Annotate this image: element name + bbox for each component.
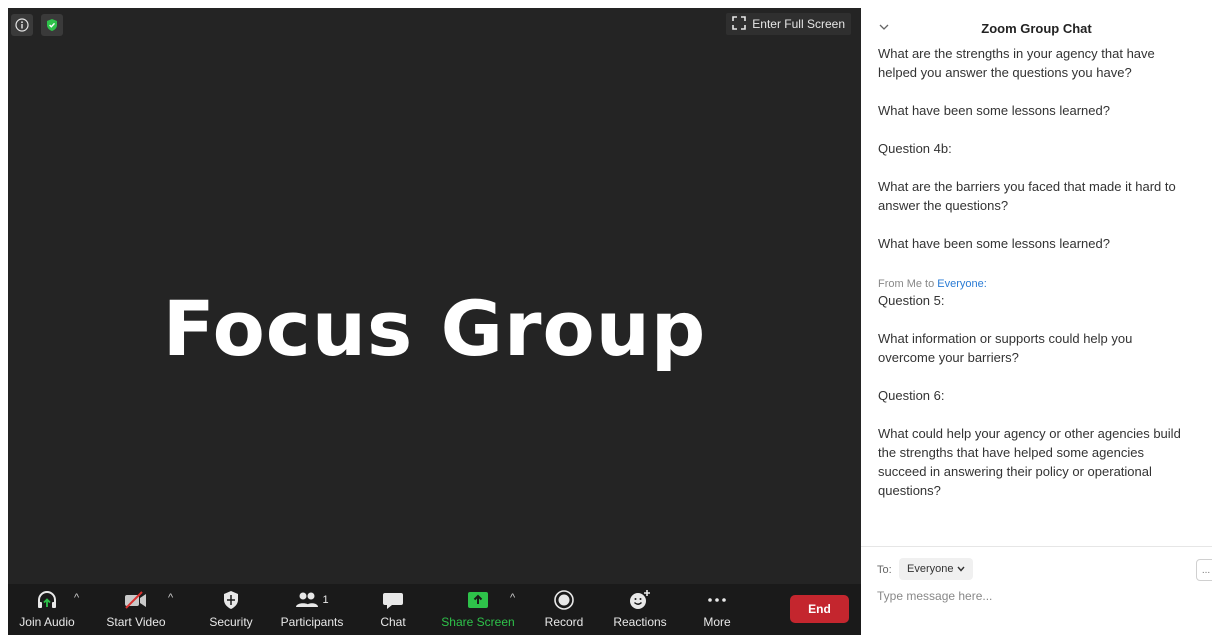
headphones-icon bbox=[36, 588, 58, 612]
record-button[interactable]: Record bbox=[536, 584, 592, 635]
participants-label: Participants bbox=[280, 615, 344, 629]
meeting-title: Focus Group bbox=[162, 284, 707, 373]
shield-icon bbox=[222, 588, 240, 612]
chat-message: Question 6: bbox=[878, 388, 945, 403]
start-video-label: Start Video bbox=[106, 615, 166, 629]
reactions-button[interactable]: Reactions bbox=[608, 584, 672, 635]
chat-message: Question 4b: bbox=[878, 141, 952, 156]
recipient-value: Everyone bbox=[907, 563, 954, 575]
participants-icon: 1 bbox=[295, 588, 329, 612]
chevron-down-icon bbox=[957, 563, 966, 575]
info-icon[interactable] bbox=[11, 14, 33, 36]
more-dots-icon bbox=[706, 588, 728, 612]
chat-message-input[interactable] bbox=[877, 589, 1187, 603]
audio-options-caret[interactable]: ^ bbox=[74, 592, 79, 604]
fullscreen-label: Enter Full Screen bbox=[752, 17, 845, 31]
sender-prefix: From Me to bbox=[878, 278, 935, 290]
chat-more-options-button[interactable]: ... bbox=[1196, 559, 1212, 581]
participants-count: 1 bbox=[322, 594, 329, 606]
reactions-icon bbox=[628, 588, 652, 612]
more-label: More bbox=[703, 615, 731, 629]
more-button[interactable]: More bbox=[692, 584, 742, 635]
meeting-info-bar bbox=[11, 14, 63, 36]
recipient-select[interactable]: Everyone bbox=[899, 558, 974, 580]
chat-panel: Zoom Group Chat What are the strengths i… bbox=[861, 0, 1212, 635]
sender-recipient[interactable]: Everyone: bbox=[937, 278, 987, 290]
enter-full-screen-button[interactable]: Enter Full Screen bbox=[726, 13, 851, 35]
reactions-label: Reactions bbox=[613, 615, 667, 629]
chat-button[interactable]: Chat bbox=[368, 584, 418, 635]
chat-header: Zoom Group Chat bbox=[861, 0, 1212, 44]
shield-check-icon[interactable] bbox=[41, 14, 63, 36]
join-audio-button[interactable]: Join Audio bbox=[16, 584, 78, 635]
security-button[interactable]: Security bbox=[202, 584, 260, 635]
meeting-toolbar: Join Audio ^ Start Video ^ Security 1 Pa… bbox=[8, 584, 861, 635]
join-audio-label: Join Audio bbox=[19, 615, 75, 629]
video-options-caret[interactable]: ^ bbox=[168, 592, 173, 604]
chat-message: What are the strengths in your agency th… bbox=[878, 46, 1155, 80]
chat-message: What have been some lessons learned? bbox=[878, 103, 1110, 118]
meeting-video-area: Enter Full Screen Focus Group Join Audio… bbox=[8, 8, 861, 635]
chat-message: What could help your agency or other age… bbox=[878, 426, 1181, 498]
chat-message: What have been some lessons learned? bbox=[878, 236, 1110, 251]
chat-bubble-icon bbox=[382, 588, 404, 612]
share-options-caret[interactable]: ^ bbox=[510, 592, 515, 604]
share-screen-icon bbox=[466, 588, 490, 612]
video-off-icon bbox=[123, 588, 149, 612]
chat-title: Zoom Group Chat bbox=[981, 21, 1092, 36]
fullscreen-icon bbox=[732, 15, 747, 33]
chat-compose-area: To: Everyone ... bbox=[861, 546, 1212, 636]
chat-sender-line: From Me to Everyone: bbox=[878, 277, 1188, 291]
chat-message: What are the barriers you faced that mad… bbox=[878, 179, 1176, 213]
share-screen-button[interactable]: Share Screen bbox=[438, 584, 518, 635]
chat-message-list: What are the strengths in your agency th… bbox=[878, 44, 1188, 544]
share-screen-label: Share Screen bbox=[441, 615, 515, 629]
chat-message: Question 5: bbox=[878, 293, 945, 308]
chat-message: What information or supports could help … bbox=[878, 331, 1133, 365]
participants-button[interactable]: 1 Participants bbox=[274, 584, 350, 635]
record-icon bbox=[553, 588, 575, 612]
chat-label: Chat bbox=[380, 615, 406, 629]
security-label: Security bbox=[209, 615, 253, 629]
start-video-button[interactable]: Start Video bbox=[104, 584, 168, 635]
to-label: To: bbox=[877, 564, 892, 576]
record-label: Record bbox=[544, 615, 584, 629]
end-meeting-button[interactable]: End bbox=[790, 595, 849, 623]
